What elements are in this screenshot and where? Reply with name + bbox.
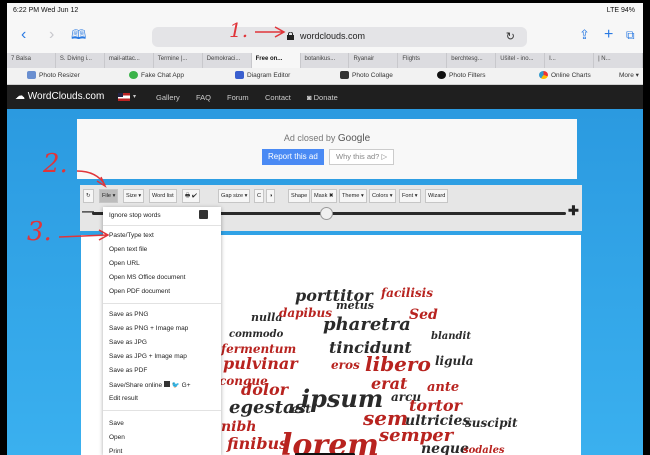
annotation-1: 1. — [229, 18, 249, 42]
arrow-icon — [76, 170, 107, 188]
arrow-icon — [255, 26, 286, 38]
arrow-icon — [58, 229, 110, 241]
annotation-overlay — [58, 26, 286, 241]
ipad-screen: 6:22 PM Wed Jun 12 LTE 94% ‹ › 🕮 wordclo… — [7, 3, 643, 455]
annotation-2: 2. — [43, 149, 68, 179]
annotation-3: 3. — [27, 217, 52, 247]
